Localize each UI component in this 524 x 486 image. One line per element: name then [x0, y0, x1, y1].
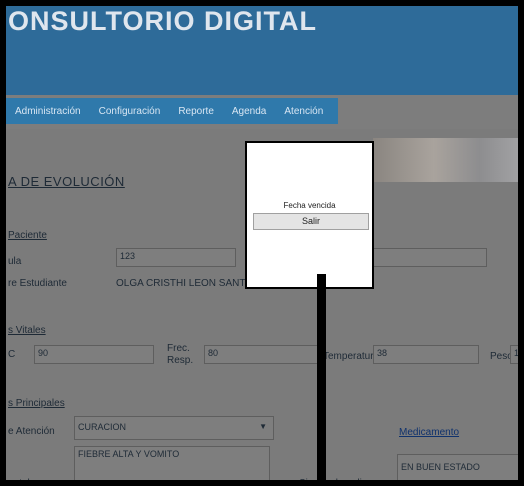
menu-item-configuracion[interactable]: Configuración [90, 106, 170, 117]
page-title: A DE EVOLUCIÓN [8, 174, 125, 189]
menu-item-reporte[interactable]: Reporte [169, 106, 223, 117]
student-name-label: re Estudiante [8, 278, 67, 289]
heart-rate-input[interactable]: 90 [34, 345, 154, 364]
alert-message: Fecha vencida [283, 201, 336, 210]
pointer-bar [317, 274, 326, 480]
app-header: ONSULTORIO DIGITAL [6, 6, 518, 95]
attention-type-select[interactable]: CURACION ▼ [74, 416, 274, 440]
resp-rate-input[interactable]: 80 [204, 345, 322, 364]
menu-item-atencion[interactable]: Atención [275, 106, 332, 117]
danger-signs-label: Signos de peligros [299, 478, 382, 486]
patient-extra-input[interactable] [373, 248, 487, 267]
exit-button[interactable]: Salir [253, 213, 369, 230]
patient-id-label: ula [8, 256, 22, 267]
heart-rate-label: C [8, 349, 16, 360]
temperature-input[interactable]: 38 [373, 345, 479, 364]
app-title: ONSULTORIO DIGITAL [8, 6, 317, 36]
weight-input[interactable]: 110 [510, 345, 518, 364]
patient-id-input[interactable]: 123 [116, 248, 236, 267]
menu-item-agenda[interactable]: Agenda [223, 106, 275, 117]
attention-type-value: CURACION [78, 422, 127, 432]
app-window: ONSULTORIO DIGITAL Administración Config… [0, 0, 524, 486]
vitals-section-heading: s Vitales [8, 325, 46, 336]
medication-link[interactable]: Medicamento [399, 427, 459, 438]
patient-section-heading: Paciente [8, 230, 47, 241]
resp-rate-label: Frec. Resp. [167, 343, 194, 366]
temperature-label: Temperatura [323, 351, 380, 362]
menu-item-administracion[interactable]: Administración [6, 106, 90, 117]
navigation-bar: Administración Configuración Reporte Age… [6, 95, 518, 129]
primary-section-heading: s Principales [8, 398, 65, 409]
chevron-down-icon: ▼ [259, 422, 267, 431]
main-menu: Administración Configuración Reporte Age… [6, 98, 338, 124]
alert-dialog: Fecha vencida Salir [245, 141, 374, 289]
attention-type-label: e Atención [8, 426, 55, 437]
complaint-label: ental [8, 478, 30, 486]
header-decorative-image [373, 138, 518, 182]
complaint-textarea[interactable]: FIEBRE ALTA Y VOMITO [74, 446, 270, 480]
medication-status-input[interactable]: EN BUEN ESTADO [397, 454, 518, 480]
